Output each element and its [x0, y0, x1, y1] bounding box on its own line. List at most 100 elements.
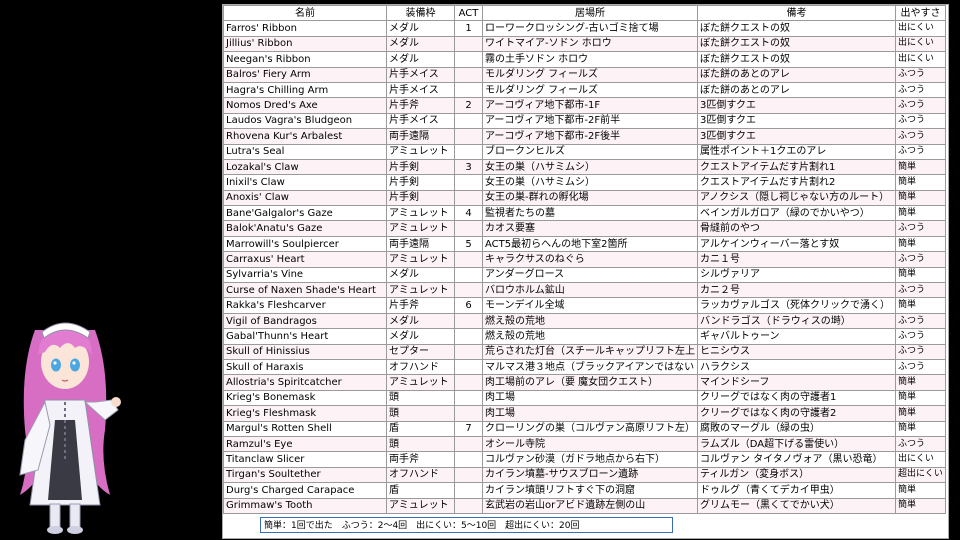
cell-name: Rakka's Fleshcarver — [223, 297, 387, 314]
cell-name: Margul's Rotten Shell — [223, 420, 387, 437]
cell-note: ラッカヴァルゴス（死体クリックで湧く） — [697, 297, 896, 314]
cell-act — [454, 466, 483, 484]
cell-name: Sylvarria's Vine — [223, 266, 387, 284]
cell-name: Vigil of Bandragos — [223, 312, 387, 330]
cell-ease: ふつう — [895, 128, 946, 145]
cell-slot: 片手剣 — [386, 158, 455, 176]
cell-act — [454, 482, 483, 499]
cell-ease: 簡単 — [895, 189, 946, 207]
cell-name: Balros' Fiery Arm — [223, 66, 387, 83]
cell-slot: 片手剣 — [386, 174, 455, 191]
frequency-legend: 簡単：1回で出た ふつう：2～4回 出にくい：5～10回 超出にくい：20回 — [260, 517, 673, 533]
table-row: Sylvarria's Vine メダル アンダーグロース シルヴァリア 簡単 — [223, 266, 946, 284]
cell-note: ぼた餅のあとのアレ — [697, 66, 896, 83]
cell-location: 燃え殻の荒地 — [482, 312, 698, 330]
cell-note: ぼた餅のあとのアレ — [697, 81, 896, 99]
cell-ease: ふつう — [895, 251, 946, 268]
cell-note: カニ１号 — [697, 251, 896, 268]
table-row: Grimmaw's Tooth アミュレット 玄武岩の岩山orアビド遺跡左側の山 グリ… — [223, 497, 946, 514]
table-row: Balros' Fiery Arm 片手メイス モルダリング フィールズ ぼた餅のあと… — [223, 66, 946, 83]
cell-act — [454, 374, 483, 391]
cell-ease: 出にくい — [895, 51, 946, 68]
table-row: Carraxus' Heart アミュレット キャラクサスのねぐら カニ１号 ふつう — [223, 251, 946, 268]
cell-ease: ふつう — [895, 81, 946, 99]
cell-ease: ふつう — [895, 435, 946, 453]
table-row: Neegan's Ribbon メダル 霧の土手ソドン ホロウ ぼた餅クエストの奴 出に… — [223, 51, 946, 68]
cell-location: 女王の巣（ハサミムシ） — [482, 158, 698, 176]
cell-location: カオス要塞 — [482, 220, 698, 237]
cell-ease: ふつう — [895, 143, 946, 160]
table-row: Rhovena Kur's Arbalest 両手遠隔 アーコヴィア地下都市-2F後… — [223, 128, 946, 145]
mascot-character-image — [19, 322, 121, 534]
table-row: Bane'Galgalor's Gaze アミュレット 4 監視者たちの墓 ベインガルガ… — [223, 205, 946, 222]
cell-ease: 簡単 — [895, 158, 946, 176]
table-row: Inixil's Claw 片手剣 女王の巣（ハサミムシ） クエストアイテムだす片割れ… — [223, 174, 946, 191]
cell-act — [454, 389, 483, 407]
cell-ease: 簡単 — [895, 235, 946, 253]
cell-act — [454, 174, 483, 191]
cell-slot: 頭 — [386, 435, 455, 453]
cell-name: Inixil's Claw — [223, 174, 387, 191]
cell-location: モーンデイル全域 — [482, 297, 698, 314]
cell-act — [454, 358, 483, 376]
cell-ease: ふつう — [895, 97, 946, 114]
cell-ease: 簡単 — [895, 497, 946, 514]
cell-slot: 頭 — [386, 389, 455, 407]
cell-act — [454, 128, 483, 145]
cell-note: 骨縫前のやつ — [697, 220, 896, 237]
cell-name: Rhovena Kur's Arbalest — [223, 128, 387, 145]
cell-slot: メダル — [386, 328, 455, 345]
cell-ease: 出にくい — [895, 451, 946, 468]
cell-note: ぼた餅クエストの奴 — [697, 20, 896, 37]
item-table-sheet: 名前 装備枠 ACT 居場所 備考 出やすさ Farros' Ribbon メダル… — [222, 4, 949, 539]
cell-location: ローワークロッシング-古いゴミ捨て場 — [482, 20, 698, 37]
cell-ease: ふつう — [895, 343, 946, 360]
cell-name: Ramzul's Eye — [223, 435, 387, 453]
cell-location: ワイトマイア-ソドン ホロウ — [482, 35, 698, 53]
table-row: Marrowill's Soulpiercer 両手遠隔 5 ACT5最初らへんの地下… — [223, 235, 946, 253]
cell-name: Lutra's Seal — [223, 143, 387, 160]
cell-slot: 片手斧 — [386, 297, 455, 314]
cell-name: Bane'Galgalor's Gaze — [223, 205, 387, 222]
table-row: Rakka's Fleshcarver 片手斧 6 モーンデイル全域 ラッカヴァルゴス（… — [223, 297, 946, 314]
cell-ease: 簡単 — [895, 297, 946, 314]
table-row: Curse of Naxen Shade's Heart アミュレット バロウホルム… — [223, 282, 946, 299]
cell-name: Nomos Dred's Axe — [223, 97, 387, 114]
cell-location: バロウホルム鉱山 — [482, 282, 698, 299]
cell-note: ハラクシス — [697, 358, 896, 376]
cell-slot: メダル — [386, 20, 455, 37]
cell-name: Balok'Anatu's Gaze — [223, 220, 387, 237]
cell-location: 女王の巣-群れの孵化場 — [482, 189, 698, 207]
cell-note: コルヴァン タイタノヴォア（黒い恐竜） — [697, 451, 896, 468]
cell-note: クエストアイテムだす片割れ1 — [697, 158, 896, 176]
cell-location: キャラクサスのねぐら — [482, 251, 698, 268]
cell-slot: メダル — [386, 51, 455, 68]
cell-act — [454, 112, 483, 130]
cell-slot: 片手剣 — [386, 189, 455, 207]
cell-ease: ふつう — [895, 312, 946, 330]
cell-location: モルダリング フィールズ — [482, 66, 698, 83]
cell-act — [454, 405, 483, 422]
cell-slot: 片手斧 — [386, 97, 455, 114]
cell-act — [454, 497, 483, 514]
cell-slot: 盾 — [386, 482, 455, 499]
cell-act: 2 — [454, 97, 483, 114]
header-slot: 装備枠 — [386, 4, 455, 22]
cell-ease: 出にくい — [895, 20, 946, 37]
table-row: Krieg's Bonemask 頭 肉工場 クリーグではなく肉の守護者1 簡単 — [223, 389, 946, 407]
cell-ease: ふつう — [895, 220, 946, 237]
cell-note: ぼた餅クエストの奴 — [697, 35, 896, 53]
cell-location: 女王の巣（ハサミムシ） — [482, 174, 698, 191]
cell-ease: 簡単 — [895, 205, 946, 222]
cell-act — [454, 328, 483, 345]
cell-ease: 超出にくい — [895, 466, 946, 484]
cell-slot: 片手メイス — [386, 81, 455, 99]
table-row: Jillius' Ribbon メダル ワイトマイア-ソドン ホロウ ぼた餅クエストの… — [223, 35, 946, 53]
cell-ease: 簡単 — [895, 482, 946, 499]
cell-name: Hagra's Chilling Arm — [223, 81, 387, 99]
cell-act — [454, 312, 483, 330]
header-act: ACT — [454, 4, 483, 22]
cell-slot: アミュレット — [386, 374, 455, 391]
cell-name: Krieg's Bonemask — [223, 389, 387, 407]
cell-name: Skull of Haraxis — [223, 358, 387, 376]
